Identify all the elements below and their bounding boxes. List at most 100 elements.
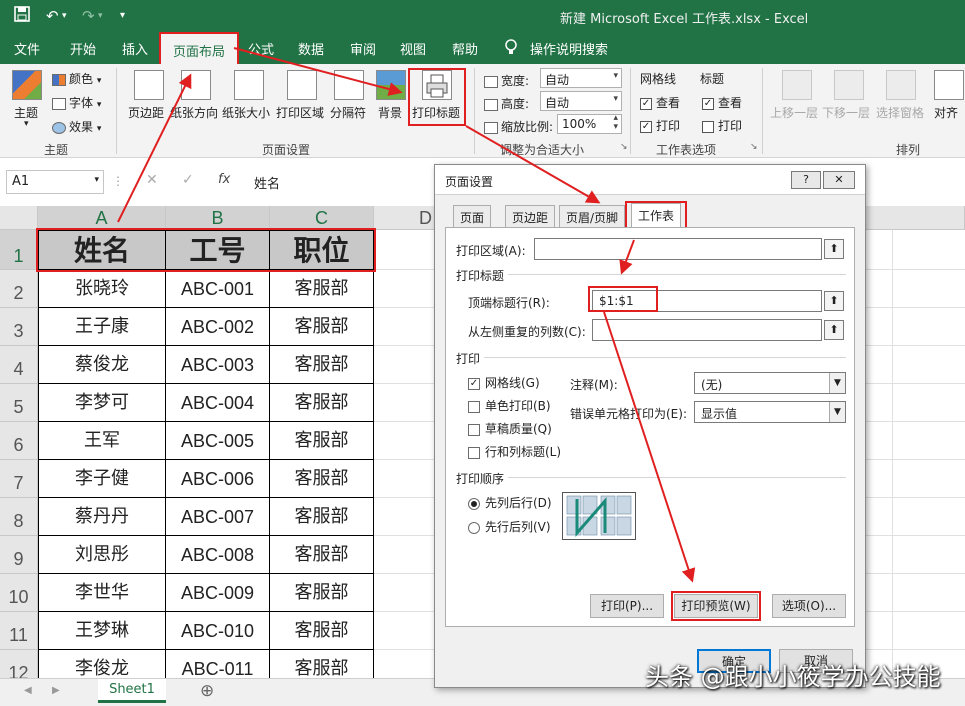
fonts-button[interactable]: 字体 ▾	[52, 94, 101, 111]
tab-help[interactable]: 帮助	[452, 39, 478, 58]
draft-checkbox[interactable]: 草稿质量(Q)	[468, 420, 552, 437]
table-cell[interactable]: ABC-002	[166, 308, 270, 346]
column-header[interactable]: C	[270, 206, 374, 230]
tab-margins[interactable]: 页边距	[505, 205, 556, 227]
gridlines-view-checkbox[interactable]: ✓ 查看	[640, 94, 680, 111]
help-button[interactable]: ?	[791, 171, 821, 189]
table-cell[interactable]: ABC-010	[166, 612, 270, 650]
margins-icon[interactable]	[134, 70, 164, 100]
tab-formulas[interactable]: 公式	[248, 39, 274, 58]
colors-button[interactable]: 颜色 ▾	[52, 70, 101, 87]
tab-insert[interactable]: 插入	[122, 39, 148, 58]
column-header[interactable]: B	[166, 206, 270, 230]
row-header[interactable]: 9	[0, 536, 38, 574]
table-cell[interactable]: ABC-007	[166, 498, 270, 536]
row-header[interactable]: 4	[0, 346, 38, 384]
tab-sheet[interactable]: 工作表	[631, 203, 682, 228]
row-header[interactable]: 12	[0, 650, 38, 678]
headings-view-checkbox[interactable]: ✓ 查看	[702, 94, 742, 111]
table-cell[interactable]: ABC-011	[166, 650, 270, 678]
print-preview-button[interactable]: 打印预览(W)	[674, 594, 758, 618]
print-area-icon[interactable]	[287, 70, 317, 100]
tab-review[interactable]: 审阅	[350, 39, 376, 58]
breaks-icon[interactable]	[334, 70, 364, 100]
table-cell[interactable]: 客服部	[270, 460, 374, 498]
scale-spinner[interactable]: 100% ▴ ▾	[557, 114, 622, 134]
table-cell[interactable]: 客服部	[270, 346, 374, 384]
row-header[interactable]: 10	[0, 574, 38, 612]
table-cell[interactable]: 客服部	[270, 270, 374, 308]
column-header[interactable]: A	[38, 206, 166, 230]
table-cell[interactable]: ABC-009	[166, 574, 270, 612]
scroll-left-icon[interactable]: ◀	[24, 685, 32, 696]
table-cell[interactable]: 李世华	[38, 574, 166, 612]
table-cell[interactable]: 客服部	[270, 308, 374, 346]
selection-pane-icon[interactable]	[886, 70, 916, 100]
selection-pane-button[interactable]: 选择窗格	[876, 104, 924, 121]
bring-forward-icon[interactable]	[782, 70, 812, 100]
table-cell[interactable]: 客服部	[270, 536, 374, 574]
undo-icon[interactable]: ↶	[46, 6, 59, 26]
background-button[interactable]: 背景	[378, 104, 402, 121]
send-backward-button[interactable]: 下移一层	[822, 104, 870, 121]
background-icon[interactable]	[376, 70, 406, 100]
formula-input[interactable]: 姓名	[246, 170, 446, 194]
margins-button[interactable]: 页边距	[128, 104, 164, 121]
print-area-input[interactable]	[534, 238, 822, 260]
select-all[interactable]	[0, 206, 38, 230]
size-icon[interactable]	[234, 70, 264, 100]
table-cell[interactable]: 李俊龙	[38, 650, 166, 678]
enter-icon[interactable]: ✓	[182, 172, 194, 188]
close-button[interactable]: ✕	[823, 171, 855, 189]
dialog-launcher-icon[interactable]: ↘	[750, 142, 758, 152]
undo-dropdown-icon[interactable]: ▾	[62, 6, 67, 26]
name-box[interactable]: A1 ▾	[6, 170, 104, 194]
gridlines-checkbox[interactable]: ✓ 网格线(G)	[468, 374, 540, 391]
cols-repeat-input[interactable]	[592, 319, 822, 341]
row-header[interactable]: 1	[0, 230, 38, 270]
table-cell[interactable]: 李子健	[38, 460, 166, 498]
tab-data[interactable]: 数据	[298, 39, 324, 58]
table-cell[interactable]: 王子康	[38, 308, 166, 346]
table-cell[interactable]: ABC-003	[166, 346, 270, 384]
dialog-launcher-icon[interactable]: ↘	[620, 142, 628, 152]
header-cell[interactable]: 姓名	[38, 230, 166, 270]
table-cell[interactable]: 客服部	[270, 422, 374, 460]
row-header[interactable]: 2	[0, 270, 38, 308]
table-cell[interactable]: 客服部	[270, 498, 374, 536]
gridlines-print-checkbox[interactable]: ✓ 打印	[640, 117, 680, 134]
row-col-headings-checkbox[interactable]: 行和列标题(L)	[468, 443, 561, 460]
tell-me-search[interactable]: 操作说明搜索	[530, 39, 608, 58]
insert-function-icon[interactable]: fx	[218, 172, 230, 187]
row-header[interactable]: 8	[0, 498, 38, 536]
row-header[interactable]: 3	[0, 308, 38, 346]
table-cell[interactable]: 刘思彤	[38, 536, 166, 574]
tab-view[interactable]: 视图	[400, 39, 426, 58]
effects-button[interactable]: 效果 ▾	[52, 118, 101, 135]
errors-select[interactable]: 显示值 ▼	[694, 401, 846, 423]
themes-icon[interactable]	[12, 70, 42, 100]
table-cell[interactable]: ABC-001	[166, 270, 270, 308]
align-button[interactable]: 对齐	[934, 104, 958, 121]
table-cell[interactable]: ABC-005	[166, 422, 270, 460]
row-header[interactable]: 6	[0, 422, 38, 460]
table-cell[interactable]: ABC-006	[166, 460, 270, 498]
options-button[interactable]: 选项(O)...	[772, 594, 846, 618]
tab-page-layout[interactable]: 页面布局	[159, 32, 240, 64]
tab-file[interactable]: 文件	[14, 39, 40, 58]
send-backward-icon[interactable]	[834, 70, 864, 100]
print-area-button[interactable]: 打印区域	[276, 104, 324, 121]
table-cell[interactable]: 王军	[38, 422, 166, 460]
width-select[interactable]: 自动 ▾	[540, 68, 622, 88]
orientation-button[interactable]: 纸张方向	[170, 104, 218, 121]
tab-header-footer[interactable]: 页眉/页脚	[559, 205, 626, 227]
header-cell[interactable]: 职位	[270, 230, 374, 270]
table-cell[interactable]: 蔡丹丹	[38, 498, 166, 536]
row-header[interactable]: 7	[0, 460, 38, 498]
table-cell[interactable]: ABC-004	[166, 384, 270, 422]
height-select[interactable]: 自动 ▾	[540, 91, 622, 111]
print-button[interactable]: 打印(P)...	[590, 594, 664, 618]
row-header[interactable]: 11	[0, 612, 38, 650]
table-cell[interactable]: ABC-008	[166, 536, 270, 574]
table-cell[interactable]: 蔡俊龙	[38, 346, 166, 384]
